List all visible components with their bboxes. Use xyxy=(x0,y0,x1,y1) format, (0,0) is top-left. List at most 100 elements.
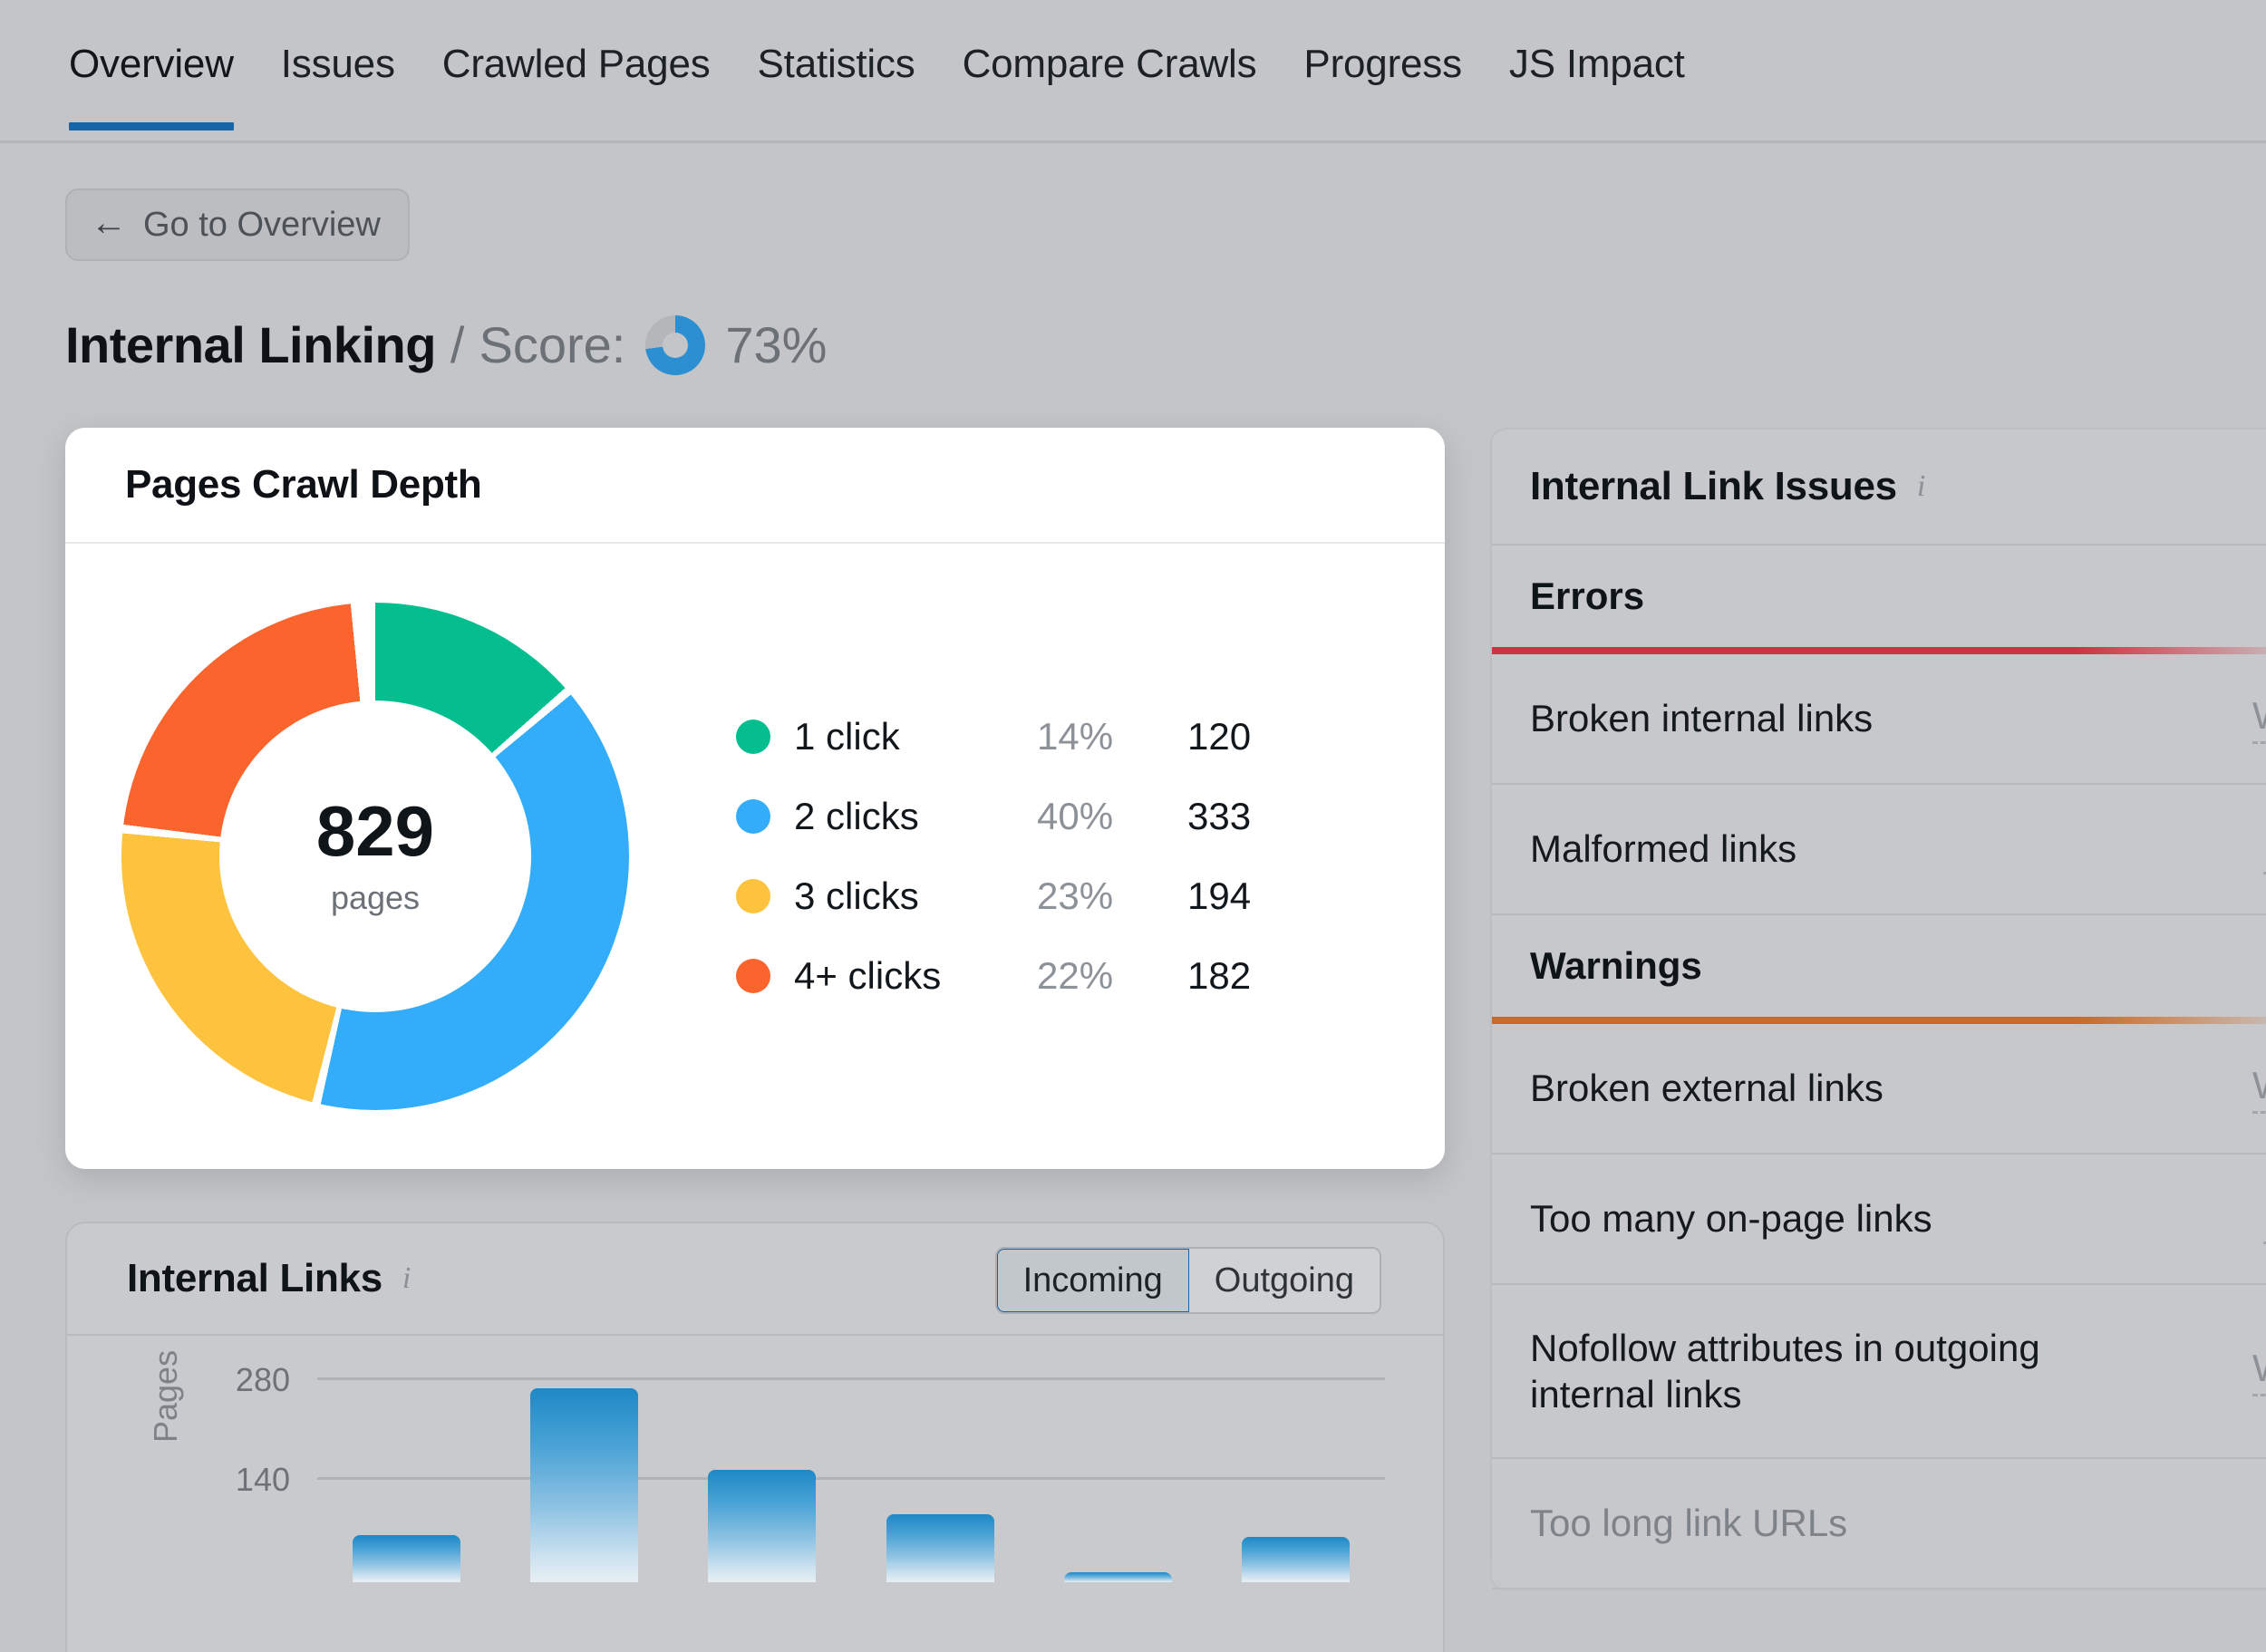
tab-issues-label: Issues xyxy=(280,42,395,86)
section-heading-errors: Errors xyxy=(1530,575,1645,617)
issue-learn-link[interactable]: Learn xyxy=(2262,825,2266,874)
score-value: 73% xyxy=(725,316,828,373)
go-to-overview-button[interactable]: ← Go to Overview xyxy=(65,188,410,261)
legend-item-percent: 23% xyxy=(1037,874,1114,917)
legend-item-label: 1 click xyxy=(794,715,900,758)
issues-card: Internal Link Issues i Errors Broken int… xyxy=(1490,428,2266,1591)
issue-name: Nofollow attributes in outgoing internal… xyxy=(1530,1326,2040,1415)
score-label: Score: xyxy=(479,316,626,373)
issue-row[interactable]: Nofollow attributes in outgoing internal… xyxy=(1492,1285,2266,1459)
incoming-outgoing-toggle[interactable]: Incoming Outgoing xyxy=(994,1247,1381,1314)
issue-learn-link[interactable]: Why a xyxy=(2251,1064,2266,1114)
donut-center: 829 pages xyxy=(219,700,531,1012)
page-title-main: Internal Linking xyxy=(65,316,436,373)
legend-item-value: 182 xyxy=(1187,954,1252,997)
legend-item-percent: 22% xyxy=(1037,954,1114,997)
score-ring-icon xyxy=(645,315,706,375)
issue-name: Too many on-page links xyxy=(1530,1197,1932,1241)
issue-row[interactable]: Broken external links Why a xyxy=(1492,1024,2266,1154)
donut-total-value: 829 xyxy=(315,791,435,871)
pages-crawl-depth-title: Pages Crawl Depth xyxy=(125,462,482,507)
internal-links-header: Internal Links i Incoming Outgoing xyxy=(67,1223,1443,1336)
bar[interactable] xyxy=(1242,1536,1351,1582)
tab-issues[interactable]: Issues xyxy=(257,42,419,130)
tab-statistics[interactable]: Statistics xyxy=(734,42,939,130)
issue-row[interactable]: Too many on-page links Learn xyxy=(1492,1154,2266,1285)
bar[interactable] xyxy=(1064,1572,1172,1582)
info-icon[interactable]: i xyxy=(402,1261,411,1296)
toggle-option-incoming[interactable]: Incoming xyxy=(996,1249,1191,1312)
page-title: Internal Linking / Score: 73% xyxy=(65,315,827,375)
y-axis-tick-280: 280 xyxy=(235,1361,290,1398)
legend-item-value: 194 xyxy=(1187,874,1252,917)
tab-crawled-pages[interactable]: Crawled Pages xyxy=(419,42,734,130)
legend-color-dot xyxy=(736,799,770,834)
legend-color-dot xyxy=(736,879,770,913)
section-accent-errors xyxy=(1492,647,2266,654)
info-icon[interactable]: i xyxy=(1917,469,1925,504)
issue-row[interactable]: Too long link URLs Lear xyxy=(1492,1459,2266,1589)
issue-row[interactable]: Broken internal links Why a xyxy=(1492,654,2266,785)
internal-links-card: Internal Links i Incoming Outgoing Pages… xyxy=(65,1222,1445,1652)
issues-panel-title: Internal Link Issues xyxy=(1530,464,1897,508)
legend-item-label: 4+ clicks xyxy=(794,954,942,997)
pages-crawl-depth-body: 829 pages 1 click 14% 120 2 clicks 40% 3… xyxy=(65,544,1445,1169)
tab-statistics-label: Statistics xyxy=(757,42,915,86)
legend-item-label: 3 clicks xyxy=(794,874,919,917)
bar[interactable] xyxy=(886,1513,994,1582)
issue-row[interactable]: Malformed links Learn xyxy=(1492,785,2266,915)
donut-total-label: pages xyxy=(330,879,421,916)
page-title-separator: / xyxy=(450,316,465,373)
go-to-overview-label: Go to Overview xyxy=(143,205,381,244)
issue-learn-link[interactable]: Why a xyxy=(2251,694,2266,744)
bar[interactable] xyxy=(530,1388,638,1582)
legend-item[interactable]: 3 clicks 23% 194 xyxy=(736,856,1314,936)
bar-series xyxy=(317,1336,1385,1652)
legend-color-dot xyxy=(736,959,770,993)
legend-item[interactable]: 2 clicks 40% 333 xyxy=(736,777,1314,856)
issue-name: Malformed links xyxy=(1530,827,1797,871)
tab-crawled-pages-label: Crawled Pages xyxy=(441,42,711,86)
pages-crawl-depth-header: Pages Crawl Depth xyxy=(65,428,1445,544)
bar[interactable] xyxy=(708,1469,817,1582)
legend-item-value: 333 xyxy=(1187,795,1252,837)
toggle-option-outgoing-label: Outgoing xyxy=(1214,1261,1354,1299)
crawl-depth-donut-chart: 829 pages xyxy=(121,603,629,1110)
internal-link-issues-panel: Internal Link Issues i Errors Broken int… xyxy=(1490,428,2266,1652)
legend-item-label: 2 clicks xyxy=(794,795,919,837)
crawl-depth-legend: 1 click 14% 120 2 clicks 40% 333 3 click… xyxy=(736,697,1314,1016)
tab-js-impact[interactable]: JS Impact xyxy=(1486,42,1709,130)
tab-progress[interactable]: Progress xyxy=(1280,42,1485,130)
legend-item-percent: 14% xyxy=(1037,715,1114,758)
arrow-left-icon: ← xyxy=(91,203,127,243)
issue-name: Broken external links xyxy=(1530,1067,1883,1110)
tab-list: Overview Issues Crawled Pages Statistics… xyxy=(65,42,1709,130)
issue-learn-link[interactable]: Learn xyxy=(2262,1194,2266,1244)
legend-item-percent: 40% xyxy=(1037,795,1114,837)
toggle-option-outgoing[interactable]: Outgoing xyxy=(1188,1249,1380,1312)
section-heading-warnings: Warnings xyxy=(1530,944,1702,987)
legend-item[interactable]: 4+ clicks 22% 182 xyxy=(736,936,1314,1016)
pages-crawl-depth-card: Pages Crawl Depth 829 pages 1 click 14% … xyxy=(65,428,1445,1169)
legend-item[interactable]: 1 click 14% 120 xyxy=(736,697,1314,777)
issues-panel-header: Internal Link Issues i xyxy=(1492,430,2266,546)
issue-name: Too long link URLs xyxy=(1530,1502,1848,1545)
section-accent-warnings xyxy=(1492,1017,2266,1024)
y-axis-title: Pages xyxy=(147,1349,184,1443)
tab-overview[interactable]: Overview xyxy=(65,42,257,130)
tab-bar: Overview Issues Crawled Pages Statistics… xyxy=(0,0,2266,143)
tab-compare-crawls-label: Compare Crawls xyxy=(962,42,1257,86)
internal-linking-page: Overview Issues Crawled Pages Statistics… xyxy=(0,0,2266,1652)
tab-overview-label: Overview xyxy=(69,42,234,86)
issue-name: Broken internal links xyxy=(1530,697,1874,740)
tab-js-impact-label: JS Impact xyxy=(1508,42,1685,86)
internal-links-bar-chart: Pages 280 140 xyxy=(67,1336,1443,1652)
bar[interactable] xyxy=(352,1535,460,1582)
issue-learn-link[interactable]: Why a xyxy=(2251,1347,2266,1396)
y-axis-tick-140: 140 xyxy=(235,1461,290,1498)
legend-color-dot xyxy=(736,720,770,754)
tab-compare-crawls[interactable]: Compare Crawls xyxy=(939,42,1281,130)
tab-progress-label: Progress xyxy=(1303,42,1462,86)
legend-item-value: 120 xyxy=(1187,715,1252,758)
toggle-option-incoming-label: Incoming xyxy=(1022,1261,1163,1299)
